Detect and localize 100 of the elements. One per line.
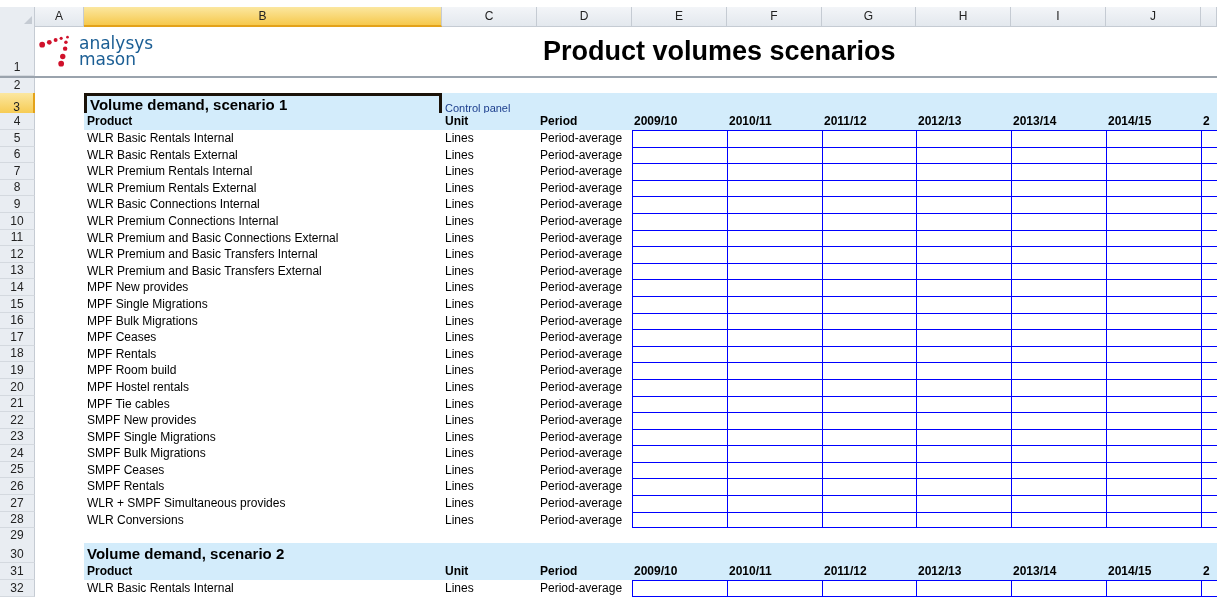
- input-cell[interactable]: [1106, 445, 1201, 462]
- input-cell[interactable]: [727, 295, 822, 313]
- input-cell[interactable]: [632, 495, 727, 512]
- input-cell[interactable]: [822, 445, 916, 462]
- input-cell[interactable]: [822, 580, 916, 597]
- row-number[interactable]: 27: [0, 495, 35, 512]
- input-cell[interactable]: [727, 511, 822, 529]
- input-cell[interactable]: [822, 412, 916, 429]
- input-cell[interactable]: [1011, 196, 1106, 213]
- column-header[interactable]: H: [916, 7, 1011, 27]
- row-number[interactable]: 29: [0, 528, 35, 545]
- input-cell[interactable]: [1201, 295, 1217, 313]
- input-cell[interactable]: [1011, 146, 1106, 164]
- input-cell[interactable]: [727, 212, 822, 230]
- input-cell[interactable]: [916, 329, 1011, 346]
- row-number[interactable]: 31: [0, 563, 35, 581]
- input-cell[interactable]: [727, 146, 822, 164]
- input-cell[interactable]: [1011, 212, 1106, 230]
- input-cell[interactable]: [1201, 511, 1217, 529]
- input-cell[interactable]: [727, 362, 822, 379]
- input-cell[interactable]: [916, 378, 1011, 396]
- row-number[interactable]: 17: [0, 329, 35, 346]
- input-cell[interactable]: [822, 246, 916, 263]
- input-cell[interactable]: [1011, 295, 1106, 313]
- input-cell[interactable]: [632, 395, 727, 413]
- input-cell[interactable]: [916, 511, 1011, 529]
- row-number[interactable]: 14: [0, 279, 35, 296]
- input-cell[interactable]: [822, 130, 916, 147]
- input-cell[interactable]: [632, 511, 727, 529]
- input-cell[interactable]: [1011, 262, 1106, 280]
- input-cell[interactable]: [1011, 130, 1106, 147]
- row-number[interactable]: 22: [0, 412, 35, 429]
- input-cell[interactable]: [1201, 262, 1217, 280]
- input-cell[interactable]: [822, 329, 916, 346]
- input-cell[interactable]: [916, 312, 1011, 330]
- input-cell[interactable]: [632, 345, 727, 363]
- input-cell[interactable]: [1106, 461, 1201, 479]
- input-cell[interactable]: [1011, 495, 1106, 512]
- column-header[interactable]: A: [35, 7, 84, 27]
- input-cell[interactable]: [822, 146, 916, 164]
- input-cell[interactable]: [1201, 146, 1217, 164]
- input-cell[interactable]: [822, 196, 916, 213]
- input-cell[interactable]: [727, 179, 822, 197]
- input-cell[interactable]: [1011, 478, 1106, 496]
- input-cell[interactable]: [822, 179, 916, 197]
- input-cell[interactable]: [916, 295, 1011, 313]
- input-cell[interactable]: [727, 262, 822, 280]
- input-cell[interactable]: [822, 428, 916, 446]
- input-cell[interactable]: [1106, 279, 1201, 296]
- column-header[interactable]: G: [822, 7, 916, 27]
- column-header[interactable]: B: [84, 7, 442, 27]
- input-cell[interactable]: [632, 130, 727, 147]
- input-cell[interactable]: [1106, 412, 1201, 429]
- row-number[interactable]: 19: [0, 362, 35, 379]
- input-cell[interactable]: [822, 163, 916, 180]
- input-cell[interactable]: [916, 395, 1011, 413]
- row-number[interactable]: 26: [0, 478, 35, 496]
- input-cell[interactable]: [1011, 163, 1106, 180]
- input-cell[interactable]: [727, 246, 822, 263]
- input-cell[interactable]: [916, 345, 1011, 363]
- input-cell[interactable]: [822, 279, 916, 296]
- input-cell[interactable]: [916, 412, 1011, 429]
- column-header[interactable]: D: [537, 7, 632, 27]
- input-cell[interactable]: [1201, 378, 1217, 396]
- input-cell[interactable]: [1201, 412, 1217, 429]
- input-cell[interactable]: [632, 329, 727, 346]
- input-cell[interactable]: [1106, 262, 1201, 280]
- input-cell[interactable]: [632, 478, 727, 496]
- row-number[interactable]: 4: [0, 113, 35, 130]
- input-cell[interactable]: [916, 146, 1011, 164]
- input-cell[interactable]: [822, 212, 916, 230]
- input-cell[interactable]: [632, 212, 727, 230]
- input-cell[interactable]: [916, 580, 1011, 597]
- input-cell[interactable]: [727, 345, 822, 363]
- row-number[interactable]: 9: [0, 196, 35, 213]
- column-header[interactable]: E: [632, 7, 727, 27]
- input-cell[interactable]: [632, 445, 727, 462]
- input-cell[interactable]: [1011, 229, 1106, 247]
- input-cell[interactable]: [1201, 196, 1217, 213]
- input-cell[interactable]: [916, 229, 1011, 247]
- input-cell[interactable]: [1106, 478, 1201, 496]
- input-cell[interactable]: [1201, 345, 1217, 363]
- input-cell[interactable]: [822, 345, 916, 363]
- input-cell[interactable]: [916, 262, 1011, 280]
- input-cell[interactable]: [727, 395, 822, 413]
- input-cell[interactable]: [632, 378, 727, 396]
- input-cell[interactable]: [727, 279, 822, 296]
- column-header[interactable]: J: [1106, 7, 1201, 27]
- input-cell[interactable]: [1106, 179, 1201, 197]
- input-cell[interactable]: [916, 362, 1011, 379]
- input-cell[interactable]: [1011, 445, 1106, 462]
- input-cell[interactable]: [916, 461, 1011, 479]
- input-cell[interactable]: [632, 262, 727, 280]
- input-cell[interactable]: [1106, 345, 1201, 363]
- input-cell[interactable]: [727, 412, 822, 429]
- input-cell[interactable]: [1106, 163, 1201, 180]
- input-cell[interactable]: [1106, 329, 1201, 346]
- input-cell[interactable]: [916, 163, 1011, 180]
- input-cell[interactable]: [822, 395, 916, 413]
- input-cell[interactable]: [632, 279, 727, 296]
